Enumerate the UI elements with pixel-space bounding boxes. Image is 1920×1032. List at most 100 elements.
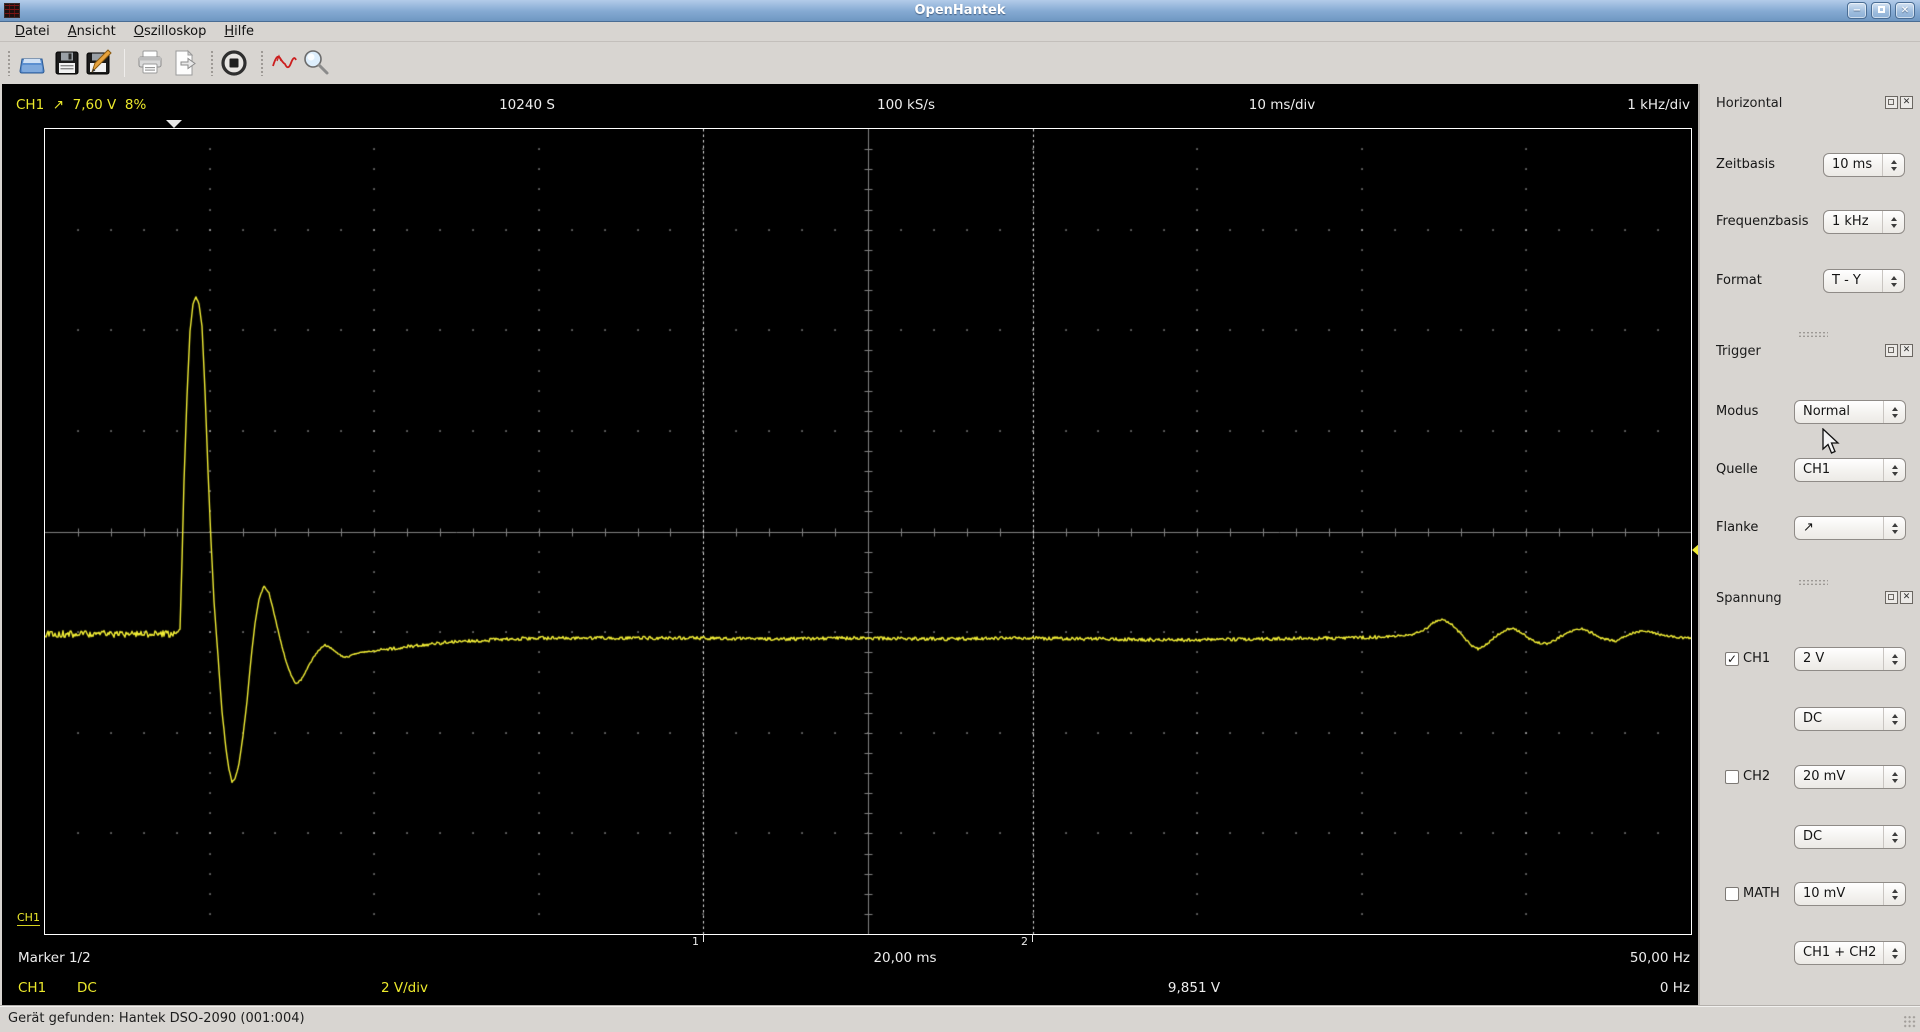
openhantek-window: OpenHantek − ✕ Datei Ansicht Oszilloskop… (0, 0, 1920, 1032)
trigger-position: 8% (124, 97, 147, 113)
channel-gain: 2 V/div (381, 980, 428, 996)
spinner-arrows-icon[interactable] (1883, 401, 1905, 423)
record-stop-button[interactable] (218, 47, 250, 79)
ch2-label: CH2 (1743, 769, 1771, 784)
trigger-float-button[interactable] (1885, 344, 1898, 357)
channel-amplitude: 9,851 V (1167, 980, 1221, 996)
flanke-label: Flanke (1716, 520, 1759, 535)
mouse-cursor (1822, 428, 1840, 454)
voltage-float-button[interactable] (1885, 591, 1898, 604)
spinner-arrows-icon[interactable] (1882, 154, 1904, 176)
menu-bar: Datei Ansicht Oszilloskop Hilfe (0, 22, 1920, 42)
window-title: OpenHantek (914, 3, 1006, 18)
spinner-arrows-icon[interactable] (1883, 883, 1905, 905)
math-mode-select[interactable]: CH1 + CH2 (1794, 941, 1906, 965)
open-button[interactable] (16, 47, 48, 79)
spinner-arrows-icon[interactable] (1883, 517, 1905, 539)
ch1-coupling-select[interactable]: DC (1794, 707, 1906, 731)
title-bar[interactable]: OpenHantek − ✕ (0, 0, 1920, 22)
spinner-arrows-icon[interactable] (1883, 648, 1905, 670)
float-icon (1888, 99, 1894, 105)
zeitbasis-label: Zeitbasis (1716, 157, 1775, 172)
scope-canvas[interactable] (44, 128, 1692, 935)
resize-grip[interactable] (1903, 1015, 1916, 1028)
save-icon (55, 51, 79, 75)
trigger-position-marker[interactable] (166, 120, 182, 128)
record-length: 10240 S (499, 97, 555, 113)
export-icon (175, 49, 196, 76)
export-button[interactable] (169, 47, 201, 79)
status-bar: Gerät gefunden: Hantek DSO-2090 (001:004… (0, 1005, 1920, 1032)
zeitbasis-select[interactable]: 10 ms (1823, 153, 1905, 177)
zoom-icon (304, 50, 329, 75)
toolbar-grip[interactable] (260, 50, 265, 76)
marker-info-label: Marker 1/2 (18, 950, 91, 966)
menu-ansicht[interactable]: Ansicht (59, 22, 125, 42)
print-icon (138, 50, 162, 74)
app-icon (4, 3, 20, 18)
marker2-tick[interactable] (1032, 934, 1033, 942)
float-icon (1888, 347, 1894, 353)
menu-hilfe[interactable]: Hilfe (215, 22, 263, 42)
spinner-arrows-icon[interactable] (1882, 211, 1904, 233)
menu-oszilloskop[interactable]: Oszilloskop (125, 22, 216, 42)
minimize-button[interactable]: − (1847, 2, 1867, 19)
channel-frequency: 0 Hz (1659, 980, 1690, 996)
open-icon (19, 58, 45, 74)
spinner-arrows-icon[interactable] (1883, 708, 1905, 730)
ch1-checkbox[interactable]: ✓ (1725, 652, 1739, 666)
maximize-button[interactable] (1871, 2, 1891, 19)
record-stop-icon (221, 50, 247, 76)
marker1-tick[interactable] (703, 934, 704, 942)
ch2-coupling-select[interactable]: DC (1794, 825, 1906, 849)
spinner-arrows-icon[interactable] (1883, 766, 1905, 788)
zoom-button[interactable] (300, 47, 332, 79)
channel-name: CH1 (18, 980, 47, 996)
trigger-close-button[interactable] (1900, 344, 1913, 357)
voltage-dock-grip[interactable] (1798, 579, 1828, 586)
voltage-close-button[interactable] (1900, 591, 1913, 604)
horizontal-close-button[interactable] (1900, 96, 1913, 109)
status-message: Gerät gefunden: Hantek DSO-2090 (001:004… (8, 1011, 305, 1026)
spinner-arrows-icon[interactable] (1883, 826, 1905, 848)
marker2-label: 2 (1021, 935, 1028, 948)
save-as-button[interactable] (82, 47, 114, 79)
ch2-gain-select[interactable]: 20 mV (1794, 765, 1906, 789)
print-button[interactable] (134, 47, 166, 79)
ch1-gain-select[interactable]: 2 V (1794, 647, 1906, 671)
close-button[interactable]: ✕ (1895, 2, 1915, 19)
trigger-slope-icon: ↗ (52, 97, 65, 113)
menu-datei[interactable]: Datei (6, 22, 59, 42)
timebase-info: 10 ms/div (1248, 97, 1316, 113)
ch2-checkbox[interactable] (1725, 770, 1739, 784)
spinner-arrows-icon[interactable] (1883, 459, 1905, 481)
modus-label: Modus (1716, 404, 1759, 419)
spinner-arrows-icon[interactable] (1883, 942, 1905, 964)
horizontal-panel-title: Horizontal (1716, 96, 1783, 111)
frequencybase-info: 1 kHz/div (1627, 97, 1690, 113)
horizontal-float-button[interactable] (1885, 96, 1898, 109)
math-checkbox[interactable] (1725, 887, 1739, 901)
save-button[interactable] (51, 47, 83, 79)
sidebar: Horizontal Zeitbasis 10 ms Frequenzbasis… (1700, 84, 1918, 1005)
toolbar-grip[interactable] (210, 50, 215, 76)
frequenzbasis-label: Frequenzbasis (1716, 214, 1809, 229)
flanke-select[interactable]: ↗ (1794, 516, 1906, 540)
voltage-panel-title: Spannung (1716, 591, 1782, 606)
spectrum-button[interactable] (268, 47, 300, 79)
trigger-dock-grip[interactable] (1798, 331, 1828, 338)
toolbar-grip[interactable] (7, 50, 12, 76)
format-select[interactable]: T - Y (1823, 269, 1905, 293)
quelle-select[interactable]: CH1 (1794, 458, 1906, 482)
ch1-label: CH1 (1743, 651, 1771, 666)
math-gain-select[interactable]: 10 mV (1794, 882, 1906, 906)
channel-corner-label: CH1 (17, 911, 40, 926)
save-as-icon (86, 49, 112, 75)
toolbar (0, 42, 1920, 84)
frequenzbasis-select[interactable]: 1 kHz (1823, 210, 1905, 234)
scope-display-area: CH1 ↗ 7,60 V 8% 10240 S 100 kS/s 10 ms/d… (2, 84, 1700, 1005)
marker1-label: 1 (692, 935, 699, 948)
spinner-arrows-icon[interactable] (1882, 270, 1904, 292)
trigger-info: CH1 ↗ 7,60 V 8% (16, 97, 146, 113)
modus-select[interactable]: Normal (1794, 400, 1906, 424)
